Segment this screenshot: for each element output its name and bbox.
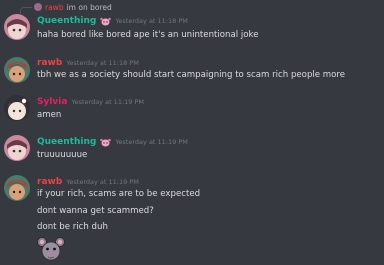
avatar-rawb[interactable]	[4, 175, 30, 201]
chat-messages: rawb im on bored Queenthing Yesterday at…	[0, 0, 384, 265]
reply-avatar	[34, 3, 42, 11]
avatar-queenthing[interactable]	[4, 135, 30, 161]
timestamp: Yesterday at 11:18 PM	[115, 17, 188, 25]
message-text: amen	[37, 110, 62, 120]
username-queenthing[interactable]: Queenthing	[37, 137, 96, 147]
message-text: truuuuuuue	[37, 150, 88, 160]
reply-text[interactable]: im on bored	[67, 3, 112, 12]
username-queenthing[interactable]: Queenthing	[37, 16, 96, 26]
message-text: haha bored like bored ape it's an uninte…	[37, 30, 259, 40]
message-text: tbh we as a society should start campaig…	[37, 70, 346, 80]
avatar-sylvia[interactable]	[4, 95, 30, 121]
axolotl-badge-icon	[100, 17, 112, 25]
reply-author[interactable]: rawb	[45, 3, 64, 12]
username-sylvia[interactable]: Sylvia	[37, 97, 67, 107]
axolotl-badge-icon	[100, 138, 112, 146]
message-text: if your rich, scams are to be expected	[37, 189, 201, 199]
username-rawb[interactable]: rawb	[37, 177, 62, 187]
timestamp: Yesterday at 11:19 PM	[71, 98, 145, 106]
message-text: dont wanna get scammed?	[37, 206, 154, 216]
reply-connector	[20, 7, 32, 14]
timestamp: Yesterday at 11:19 PM	[66, 178, 139, 186]
message-text: dont be rich duh	[37, 222, 108, 232]
timestamp: Yesterday at 11:18 PM	[66, 59, 139, 67]
avatar-queenthing[interactable]	[4, 14, 30, 40]
avatar-rawb[interactable]	[4, 57, 30, 83]
rat-sticker-icon[interactable]	[37, 236, 65, 262]
username-rawb[interactable]: rawb	[37, 58, 62, 68]
reply-preview[interactable]: rawb im on bored	[20, 2, 112, 14]
timestamp: Yesterday at 11:19 PM	[115, 138, 188, 146]
